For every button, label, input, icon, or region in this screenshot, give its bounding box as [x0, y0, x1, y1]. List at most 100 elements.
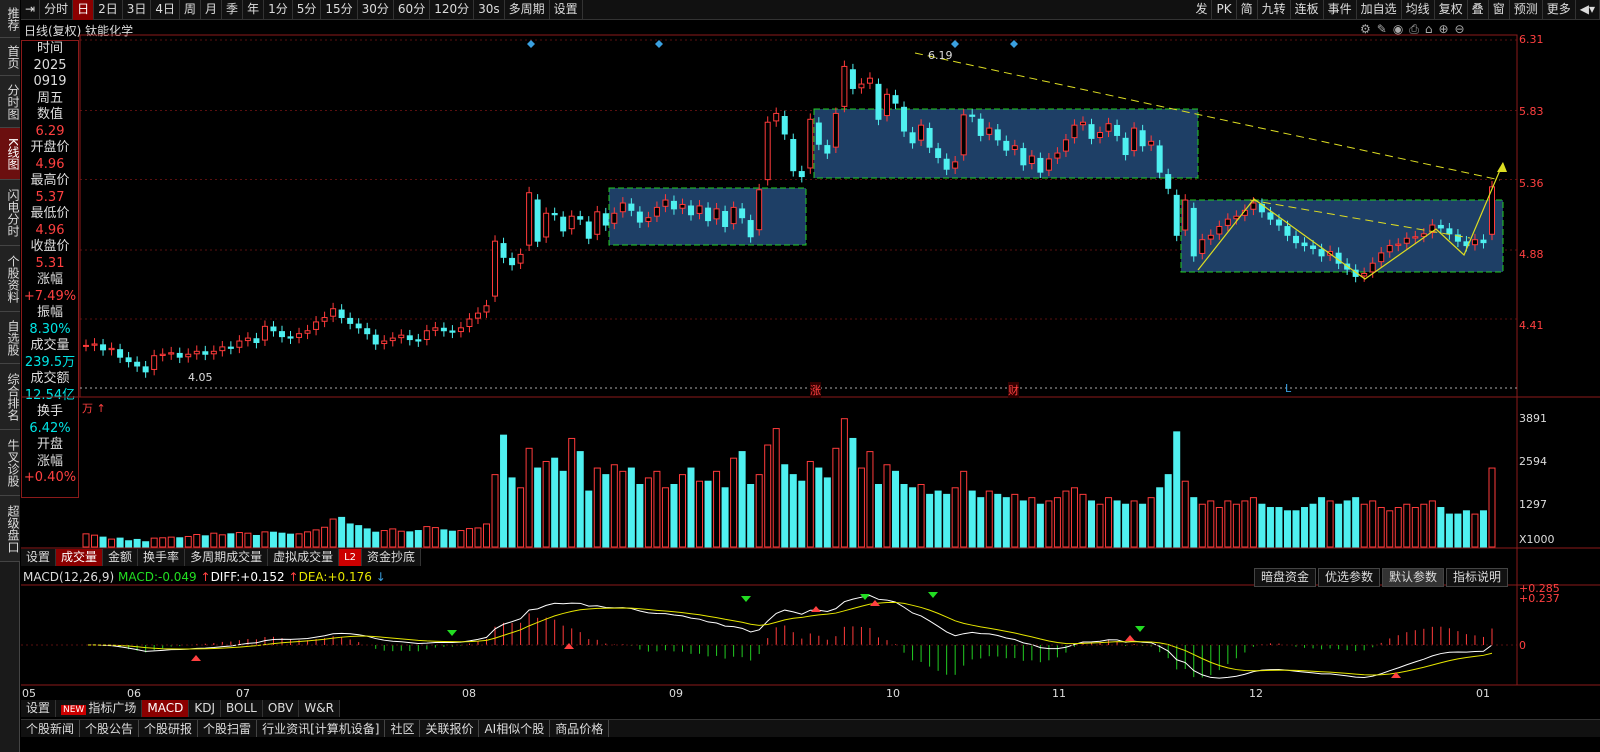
- candle-body: [1275, 219, 1282, 226]
- macd-button-3[interactable]: 指标说明: [1446, 568, 1509, 587]
- candle-body: [1480, 239, 1487, 244]
- vol-axis-3: 1297: [1519, 498, 1547, 511]
- candle-body: [1216, 225, 1223, 235]
- macd-name: MACD(12,26,9): [23, 570, 115, 584]
- candle-body: [696, 205, 703, 214]
- indicator-tab-0[interactable]: 设置: [21, 700, 57, 717]
- volume-bar: [201, 535, 209, 548]
- volume-bar: [670, 483, 678, 548]
- candle-body: [1224, 218, 1231, 226]
- finance-marker[interactable]: 财: [1008, 382, 1019, 398]
- volume-bar: [133, 538, 141, 548]
- volume-bar: [1045, 500, 1053, 548]
- volume-bar: [1411, 507, 1419, 548]
- macd-button-0[interactable]: 暗盘资金: [1254, 568, 1317, 587]
- volume-bar: [1335, 503, 1343, 548]
- candle-body: [952, 161, 959, 169]
- candle-body: [83, 344, 89, 347]
- volume-tab-2[interactable]: 金额: [103, 549, 139, 566]
- vol-unit: 万 ↑: [82, 400, 106, 416]
- bottom-link-5[interactable]: 社区: [385, 720, 421, 737]
- event-diamonds[interactable]: [527, 40, 1018, 48]
- volume-bar: [644, 477, 652, 548]
- candle-body: [636, 211, 643, 223]
- bottom-link-4[interactable]: 行业资讯[计算机设备]: [257, 720, 386, 737]
- volume-bar: [1173, 431, 1181, 548]
- volume-tab-0[interactable]: 设置: [21, 549, 57, 566]
- indicator-tab-2[interactable]: MACD: [142, 700, 190, 717]
- candle-body: [100, 344, 107, 351]
- candle-body: [790, 138, 797, 172]
- candle-body: [313, 321, 320, 330]
- indicator-tab-6[interactable]: W&R: [299, 700, 340, 717]
- indicator-tab-3[interactable]: KDJ: [189, 700, 221, 717]
- indicator-tab-4[interactable]: BOLL: [221, 700, 263, 717]
- candle-body: [722, 211, 729, 227]
- volume-bar: [142, 541, 150, 548]
- candle-body: [347, 317, 354, 324]
- volume-bar: [1249, 497, 1257, 548]
- volume-bar: [832, 447, 840, 548]
- chart-canvas[interactable]: [0, 0, 1600, 752]
- candle-body: [670, 200, 677, 210]
- bottom-link-8[interactable]: 商品价格: [550, 720, 610, 737]
- indicator-tab-5[interactable]: OBV: [262, 700, 300, 717]
- volume-bar: [1002, 497, 1010, 548]
- bottom-link-3[interactable]: 个股扫雷: [198, 720, 258, 737]
- volume-bar: [764, 444, 772, 548]
- bottom-link-7[interactable]: AI相似个股: [479, 720, 551, 737]
- volume-bar: [491, 474, 499, 548]
- candle-body: [1318, 249, 1325, 257]
- bottom-link-2[interactable]: 个股研报: [139, 720, 199, 737]
- volume-bar: [1011, 493, 1019, 548]
- candle-body: [645, 217, 652, 222]
- bottom-link-6[interactable]: 关联报价: [420, 720, 480, 737]
- candle-body: [653, 206, 660, 217]
- date-axis: 05 06 07 08 09 10 11 12 01: [0, 687, 1600, 700]
- volume-bar: [176, 537, 184, 548]
- volume-bar: [287, 533, 295, 548]
- date-label-2: 07: [236, 687, 250, 700]
- volume-bar: [619, 470, 627, 548]
- candle-body: [330, 308, 337, 317]
- candle-body: [1301, 242, 1308, 247]
- macd-button-2[interactable]: 默认参数: [1382, 568, 1445, 587]
- candle-body: [474, 312, 481, 319]
- high-annotation: 6.19: [928, 49, 953, 62]
- indicator-tab-label: W&R: [304, 701, 334, 715]
- volume-tab-7[interactable]: 资金抄底: [362, 549, 422, 566]
- candle-body: [1207, 234, 1214, 240]
- volume-bar: [1403, 503, 1411, 548]
- volume-tab-4[interactable]: 多周期成交量: [185, 549, 269, 566]
- bottom-link-1[interactable]: 个股公告: [80, 720, 140, 737]
- price-axis-3: 5.36: [1519, 177, 1544, 190]
- volume-bar: [1394, 507, 1402, 548]
- candle-body: [619, 202, 626, 213]
- volume-tab-6[interactable]: L2: [339, 549, 363, 566]
- indicator-tab-1[interactable]: NEW 指标广场: [56, 700, 143, 717]
- volume-bar: [593, 467, 601, 548]
- candle-body: [781, 116, 788, 135]
- bottom-link-0[interactable]: 个股新闻: [21, 720, 81, 737]
- volume-bar: [1326, 500, 1334, 548]
- indicator-tab-label: OBV: [267, 701, 294, 715]
- macd-button-1[interactable]: 优选参数: [1318, 568, 1381, 587]
- volume-tab-3[interactable]: 换手率: [138, 549, 186, 566]
- date-label-6: 11: [1052, 687, 1066, 700]
- candle-body: [1310, 245, 1317, 250]
- volume-tab-5[interactable]: 虚拟成交量: [268, 549, 340, 566]
- new-badge: NEW: [61, 705, 87, 715]
- volume-bars: [82, 418, 1496, 548]
- volume-bar: [312, 529, 320, 548]
- candle-body: [1105, 123, 1112, 132]
- volume-bar: [738, 451, 746, 548]
- l-marker[interactable]: L: [1285, 382, 1291, 395]
- limit-up-marker[interactable]: 涨: [810, 382, 821, 398]
- low-annotation: 4.05: [188, 371, 213, 384]
- volume-bar: [1352, 497, 1360, 548]
- volume-bar: [789, 474, 797, 548]
- volume-tab-1[interactable]: 成交量: [56, 549, 104, 566]
- volume-bar: [108, 538, 116, 548]
- volume-bar: [1062, 490, 1070, 548]
- candle-body: [585, 221, 592, 239]
